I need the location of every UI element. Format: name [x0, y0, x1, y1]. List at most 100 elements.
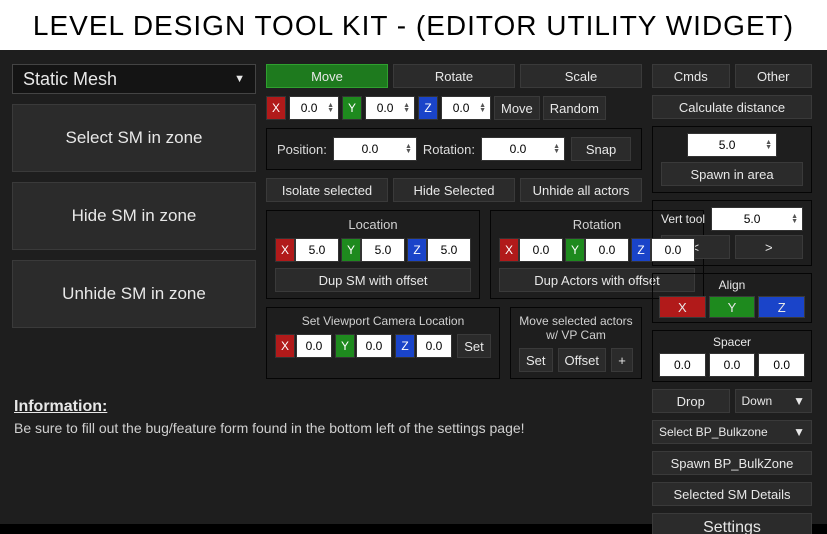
- align-title: Align: [659, 278, 805, 292]
- vp-move-set-button[interactable]: Set: [519, 348, 553, 372]
- snap-position-input[interactable]: 0.0▲▼: [333, 137, 417, 161]
- viewport-panels: Set Viewport Camera Location X0.0 Y0.0 Z…: [266, 307, 642, 379]
- axis-x-label: X: [266, 96, 286, 120]
- vert-tool-input[interactable]: 5.0▲▼: [711, 207, 803, 231]
- spawn-in-area-button[interactable]: Spawn in area: [661, 162, 803, 186]
- other-button[interactable]: Other: [735, 64, 813, 88]
- axis-z-label: Z: [418, 96, 438, 120]
- dup-sm-offset-button[interactable]: Dup SM with offset: [275, 268, 471, 292]
- hide-row: Isolate selected Hide Selected Unhide al…: [266, 178, 642, 202]
- spinner-arrows-icon: ▲▼: [550, 144, 560, 154]
- rot-z-input[interactable]: 0.0: [651, 238, 695, 262]
- rotation-label: Rotation:: [423, 142, 475, 157]
- vp-move-title: Move selected actors w/ VP Cam: [519, 314, 633, 342]
- move-z-input[interactable]: 0.0▲▼: [441, 96, 491, 120]
- middle-column: Move Rotate Scale X 0.0▲▼ Y 0.0▲▼ Z 0.0▲…: [266, 64, 642, 534]
- spinner-arrows-icon: ▲▼: [402, 144, 412, 154]
- drop-dir-dropdown[interactable]: Down▼: [735, 389, 813, 413]
- vp-z-input[interactable]: 0.0: [416, 334, 452, 358]
- axis-x-label: X: [275, 334, 295, 358]
- dup-location-panel: Location X5.0 Y5.0 Z5.0 Dup SM with offs…: [266, 210, 480, 299]
- spacer-title: Spacer: [659, 335, 805, 349]
- calculate-distance-button[interactable]: Calculate distance: [652, 95, 812, 119]
- cmds-button[interactable]: Cmds: [652, 64, 730, 88]
- duplicate-panels: Location X5.0 Y5.0 Z5.0 Dup SM with offs…: [266, 210, 642, 299]
- hide-selected-button[interactable]: Hide Selected: [393, 178, 515, 202]
- vp-set-button[interactable]: Set: [457, 334, 491, 358]
- vp-set-panel: Set Viewport Camera Location X0.0 Y0.0 Z…: [266, 307, 500, 379]
- axis-z-label: Z: [407, 238, 427, 262]
- axis-z-label: Z: [395, 334, 415, 358]
- settings-button[interactable]: Settings: [652, 513, 812, 534]
- spawn-area-input[interactable]: 5.0▲▼: [687, 133, 777, 157]
- spacer-3-input[interactable]: 0.0: [758, 353, 805, 377]
- loc-z-input[interactable]: 5.0: [427, 238, 471, 262]
- vp-y-input[interactable]: 0.0: [356, 334, 392, 358]
- spinner-arrows-icon: ▲▼: [476, 103, 486, 113]
- spinner-arrows-icon: ▲▼: [400, 103, 410, 113]
- select-bp-dropdown[interactable]: Select BP_Bulkzone▼: [652, 420, 812, 444]
- hide-sm-in-zone-button[interactable]: Hide SM in zone: [12, 182, 256, 250]
- vp-x-input[interactable]: 0.0: [296, 334, 332, 358]
- align-x-button[interactable]: X: [659, 296, 706, 318]
- app-body: Static Mesh ▼ Select SM in zone Hide SM …: [0, 50, 827, 524]
- move-button[interactable]: Move: [494, 96, 540, 120]
- move-y-input[interactable]: 0.0▲▼: [365, 96, 415, 120]
- axis-z-label: Z: [631, 238, 651, 262]
- select-sm-in-zone-button[interactable]: Select SM in zone: [12, 104, 256, 172]
- vp-set-title: Set Viewport Camera Location: [275, 314, 491, 328]
- move-x-input[interactable]: 0.0▲▼: [289, 96, 339, 120]
- align-panel: Align X Y Z: [652, 273, 812, 323]
- rot-y-input[interactable]: 0.0: [585, 238, 629, 262]
- transform-tabs: Move Rotate Scale: [266, 64, 642, 88]
- unhide-all-button[interactable]: Unhide all actors: [520, 178, 642, 202]
- axis-x-label: X: [275, 238, 295, 262]
- rot-x-input[interactable]: 0.0: [519, 238, 563, 262]
- axis-y-label: Y: [341, 238, 361, 262]
- spacer-panel: Spacer 0.0 0.0 0.0: [652, 330, 812, 382]
- unhide-sm-in-zone-button[interactable]: Unhide SM in zone: [12, 260, 256, 328]
- dropdown-label: Static Mesh: [23, 66, 117, 92]
- loc-y-input[interactable]: 5.0: [361, 238, 405, 262]
- vert-next-button[interactable]: >: [735, 235, 804, 259]
- vp-move-offset-button[interactable]: Offset: [558, 348, 606, 372]
- information-heading: Information:: [14, 398, 647, 416]
- xyz-row: X 0.0▲▼ Y 0.0▲▼ Z 0.0▲▼ Move Random: [266, 96, 642, 120]
- align-y-button[interactable]: Y: [709, 296, 756, 318]
- axis-y-label: Y: [335, 334, 355, 358]
- snap-panel: Position: 0.0▲▼ Rotation: 0.0▲▼ Snap: [266, 128, 642, 170]
- right-column: Cmds Other Calculate distance 5.0▲▼ Spaw…: [652, 64, 812, 534]
- information-block: Information: Be sure to fill out the bug…: [14, 398, 647, 436]
- axis-x-label: X: [499, 238, 519, 262]
- spinner-arrows-icon: ▲▼: [762, 140, 772, 150]
- caret-down-icon: ▼: [793, 425, 805, 439]
- isolate-selected-button[interactable]: Isolate selected: [266, 178, 388, 202]
- tab-rotate[interactable]: Rotate: [393, 64, 515, 88]
- location-title: Location: [275, 217, 471, 232]
- spacer-2-input[interactable]: 0.0: [709, 353, 756, 377]
- actor-type-dropdown[interactable]: Static Mesh ▼: [12, 64, 256, 94]
- axis-y-label: Y: [342, 96, 362, 120]
- tab-scale[interactable]: Scale: [520, 64, 642, 88]
- left-column: Static Mesh ▼ Select SM in zone Hide SM …: [12, 64, 256, 534]
- position-label: Position:: [277, 142, 327, 157]
- align-z-button[interactable]: Z: [758, 296, 805, 318]
- caret-down-icon: ▼: [793, 394, 805, 408]
- app-title: LEVEL DESIGN TOOL KIT - (EDITOR UTILITY …: [0, 0, 827, 50]
- tab-move[interactable]: Move: [266, 64, 388, 88]
- vp-move-plus-button[interactable]: +: [611, 348, 633, 372]
- axis-y-label: Y: [565, 238, 585, 262]
- drop-button[interactable]: Drop: [652, 389, 730, 413]
- selected-sm-details-button[interactable]: Selected SM Details: [652, 482, 812, 506]
- snap-button[interactable]: Snap: [571, 137, 631, 161]
- spinner-arrows-icon: ▲▼: [324, 103, 334, 113]
- vp-move-panel: Move selected actors w/ VP Cam Set Offse…: [510, 307, 642, 379]
- spawn-area-panel: 5.0▲▼ Spawn in area: [652, 126, 812, 193]
- random-button[interactable]: Random: [543, 96, 606, 120]
- loc-x-input[interactable]: 5.0: [295, 238, 339, 262]
- snap-rotation-input[interactable]: 0.0▲▼: [481, 137, 565, 161]
- vert-tool-label: Vert tool: [661, 212, 705, 226]
- information-text: Be sure to fill out the bug/feature form…: [14, 420, 647, 436]
- spawn-bp-button[interactable]: Spawn BP_BulkZone: [652, 451, 812, 475]
- spacer-1-input[interactable]: 0.0: [659, 353, 706, 377]
